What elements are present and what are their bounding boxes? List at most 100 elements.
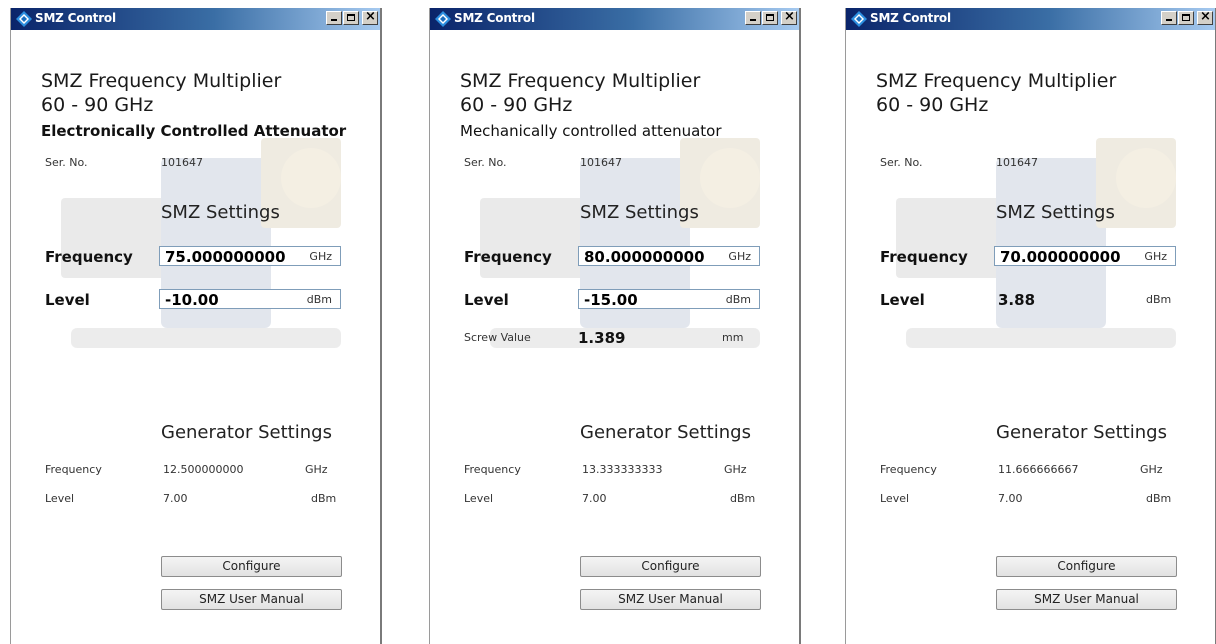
title-bar[interactable]: SMZ Control × — [11, 8, 380, 30]
smz-control-window-2: SMZ Control × SMZ Frequency Multiplier 6… — [429, 8, 801, 644]
close-icon: × — [365, 9, 376, 24]
gen-frequency-unit: GHz — [1140, 463, 1163, 476]
product-name: SMZ Frequency Multiplier — [460, 70, 701, 92]
frequency-label: Frequency — [45, 248, 133, 266]
frequency-input[interactable]: 80.000000000 GHz — [578, 246, 760, 266]
window-title: SMZ Control — [35, 11, 116, 25]
gen-level-unit: dBm — [1146, 492, 1172, 505]
frequency-input[interactable]: 70.000000000 GHz — [994, 246, 1176, 266]
minimize-icon — [1166, 19, 1172, 21]
configure-button[interactable]: Configure — [161, 556, 342, 577]
app-logo-icon — [16, 11, 32, 27]
frequency-value: 75.000000000 — [165, 248, 286, 266]
frequency-label: Frequency — [880, 248, 968, 266]
minimize-button[interactable] — [326, 11, 342, 25]
gen-level-value: 7.00 — [163, 492, 188, 505]
user-manual-button[interactable]: SMZ User Manual — [161, 589, 342, 610]
frequency-label: Frequency — [464, 248, 552, 266]
maximize-button[interactable] — [343, 11, 359, 25]
level-value: -15.00 — [584, 291, 638, 309]
attenuator-type: Mechanically controlled attenuator — [460, 122, 722, 140]
maximize-button[interactable] — [762, 11, 778, 25]
frequency-unit: GHz — [309, 250, 332, 263]
maximize-icon — [766, 14, 774, 21]
close-icon: × — [784, 9, 795, 24]
gen-frequency-value: 12.500000000 — [163, 463, 244, 476]
smz-settings-heading: SMZ Settings — [161, 202, 280, 223]
level-label: Level — [880, 291, 925, 309]
frequency-value: 70.000000000 — [1000, 248, 1121, 266]
gen-frequency-label: Frequency — [880, 463, 937, 476]
generator-settings-heading: Generator Settings — [580, 422, 751, 443]
configure-button[interactable]: Configure — [580, 556, 761, 577]
smz-control-window-1: SMZ Control × SMZ Frequency Multiplier 6… — [10, 8, 382, 644]
title-bar[interactable]: SMZ Control × — [430, 8, 799, 30]
gen-frequency-value: 13.333333333 — [582, 463, 663, 476]
frequency-range: 60 - 90 GHz — [460, 94, 573, 116]
minimize-icon — [331, 19, 337, 21]
frequency-input[interactable]: 75.000000000 GHz — [159, 246, 341, 266]
user-manual-button[interactable]: SMZ User Manual — [996, 589, 1177, 610]
frequency-value: 80.000000000 — [584, 248, 705, 266]
close-button[interactable]: × — [781, 9, 797, 25]
serial-value: 101647 — [580, 156, 622, 169]
gen-level-value: 7.00 — [998, 492, 1023, 505]
product-name: SMZ Frequency Multiplier — [41, 70, 282, 92]
user-manual-button[interactable]: SMZ User Manual — [580, 589, 761, 610]
frequency-unit: GHz — [728, 250, 751, 263]
serial-label: Ser. No. — [464, 156, 507, 169]
window-title: SMZ Control — [454, 11, 535, 25]
close-icon: × — [1200, 9, 1211, 24]
smz-control-window-3: SMZ Control × SMZ Frequency Multiplier 6… — [845, 8, 1216, 644]
level-unit: dBm — [306, 293, 332, 306]
level-input[interactable]: -10.00 dBm — [159, 289, 341, 309]
gen-frequency-label: Frequency — [464, 463, 521, 476]
serial-label: Ser. No. — [45, 156, 88, 169]
app-logo-icon — [851, 11, 867, 27]
screw-value-label: Screw Value — [464, 331, 531, 344]
product-name: SMZ Frequency Multiplier — [876, 70, 1117, 92]
serial-value: 101647 — [161, 156, 203, 169]
serial-value: 101647 — [996, 156, 1038, 169]
serial-label: Ser. No. — [880, 156, 923, 169]
gen-level-label: Level — [45, 492, 75, 505]
screw-value: 1.389 — [578, 329, 626, 347]
frequency-unit: GHz — [1144, 250, 1167, 263]
generator-settings-heading: Generator Settings — [996, 422, 1167, 443]
frequency-range: 60 - 90 GHz — [876, 94, 989, 116]
close-button[interactable]: × — [1197, 9, 1213, 25]
attenuator-type: Electronically Controlled Attenuator — [41, 122, 347, 140]
gen-frequency-unit: GHz — [724, 463, 747, 476]
maximize-button[interactable] — [1178, 11, 1194, 25]
minimize-button[interactable] — [1161, 11, 1177, 25]
generator-settings-heading: Generator Settings — [161, 422, 332, 443]
level-unit: dBm — [1146, 293, 1172, 306]
gen-frequency-unit: GHz — [305, 463, 328, 476]
level-unit: dBm — [725, 293, 751, 306]
frequency-range: 60 - 90 GHz — [41, 94, 154, 116]
level-label: Level — [464, 291, 509, 309]
app-logo-icon — [435, 11, 451, 27]
screw-unit: mm — [722, 331, 744, 344]
gen-level-unit: dBm — [730, 492, 756, 505]
configure-button[interactable]: Configure — [996, 556, 1177, 577]
level-value: -10.00 — [165, 291, 219, 309]
gen-frequency-value: 11.666666667 — [998, 463, 1079, 476]
minimize-button[interactable] — [745, 11, 761, 25]
smz-settings-heading: SMZ Settings — [580, 202, 699, 223]
smz-settings-heading: SMZ Settings — [996, 202, 1115, 223]
gen-level-unit: dBm — [311, 492, 337, 505]
close-button[interactable]: × — [362, 9, 378, 25]
title-bar[interactable]: SMZ Control × — [846, 8, 1215, 30]
maximize-icon — [347, 14, 355, 21]
gen-level-label: Level — [880, 492, 910, 505]
level-value: 3.88 — [998, 291, 1036, 309]
gen-level-value: 7.00 — [582, 492, 607, 505]
level-label: Level — [45, 291, 90, 309]
window-title: SMZ Control — [870, 11, 951, 25]
minimize-icon — [750, 19, 756, 21]
level-input[interactable]: -15.00 dBm — [578, 289, 760, 309]
maximize-icon — [1182, 14, 1190, 21]
gen-level-label: Level — [464, 492, 494, 505]
gen-frequency-label: Frequency — [45, 463, 102, 476]
